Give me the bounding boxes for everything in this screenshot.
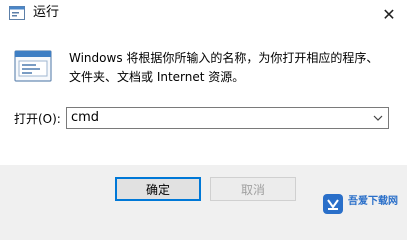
title-bar[interactable]: 运行 ✕ [0,0,407,28]
close-icon[interactable]: ✕ [371,0,407,28]
window-title: 运行 [33,5,60,20]
ok-button[interactable]: 确定 [115,177,201,201]
watermark-text: 吾爱下载网 [348,196,398,207]
watermark: 吾爱下载网 [322,187,404,223]
watermark-logo-icon [322,193,344,215]
chevron-down-icon[interactable] [371,110,385,126]
run-dialog: 运行 ✕ Windows 将根据你所输入的名称，为你打开相应的程序、 文件夹、文… [0,0,407,231]
run-icon [9,6,25,20]
dialog-description: Windows 将根据你所输入的名称，为你打开相应的程序、 文件夹、文档或 In… [69,51,379,84]
cancel-button[interactable]: 取消 [210,177,296,201]
command-value[interactable]: cmd [71,110,99,126]
run-icon [14,50,52,82]
open-label: 打开(O): [14,112,61,126]
command-input[interactable]: cmd [66,107,389,129]
